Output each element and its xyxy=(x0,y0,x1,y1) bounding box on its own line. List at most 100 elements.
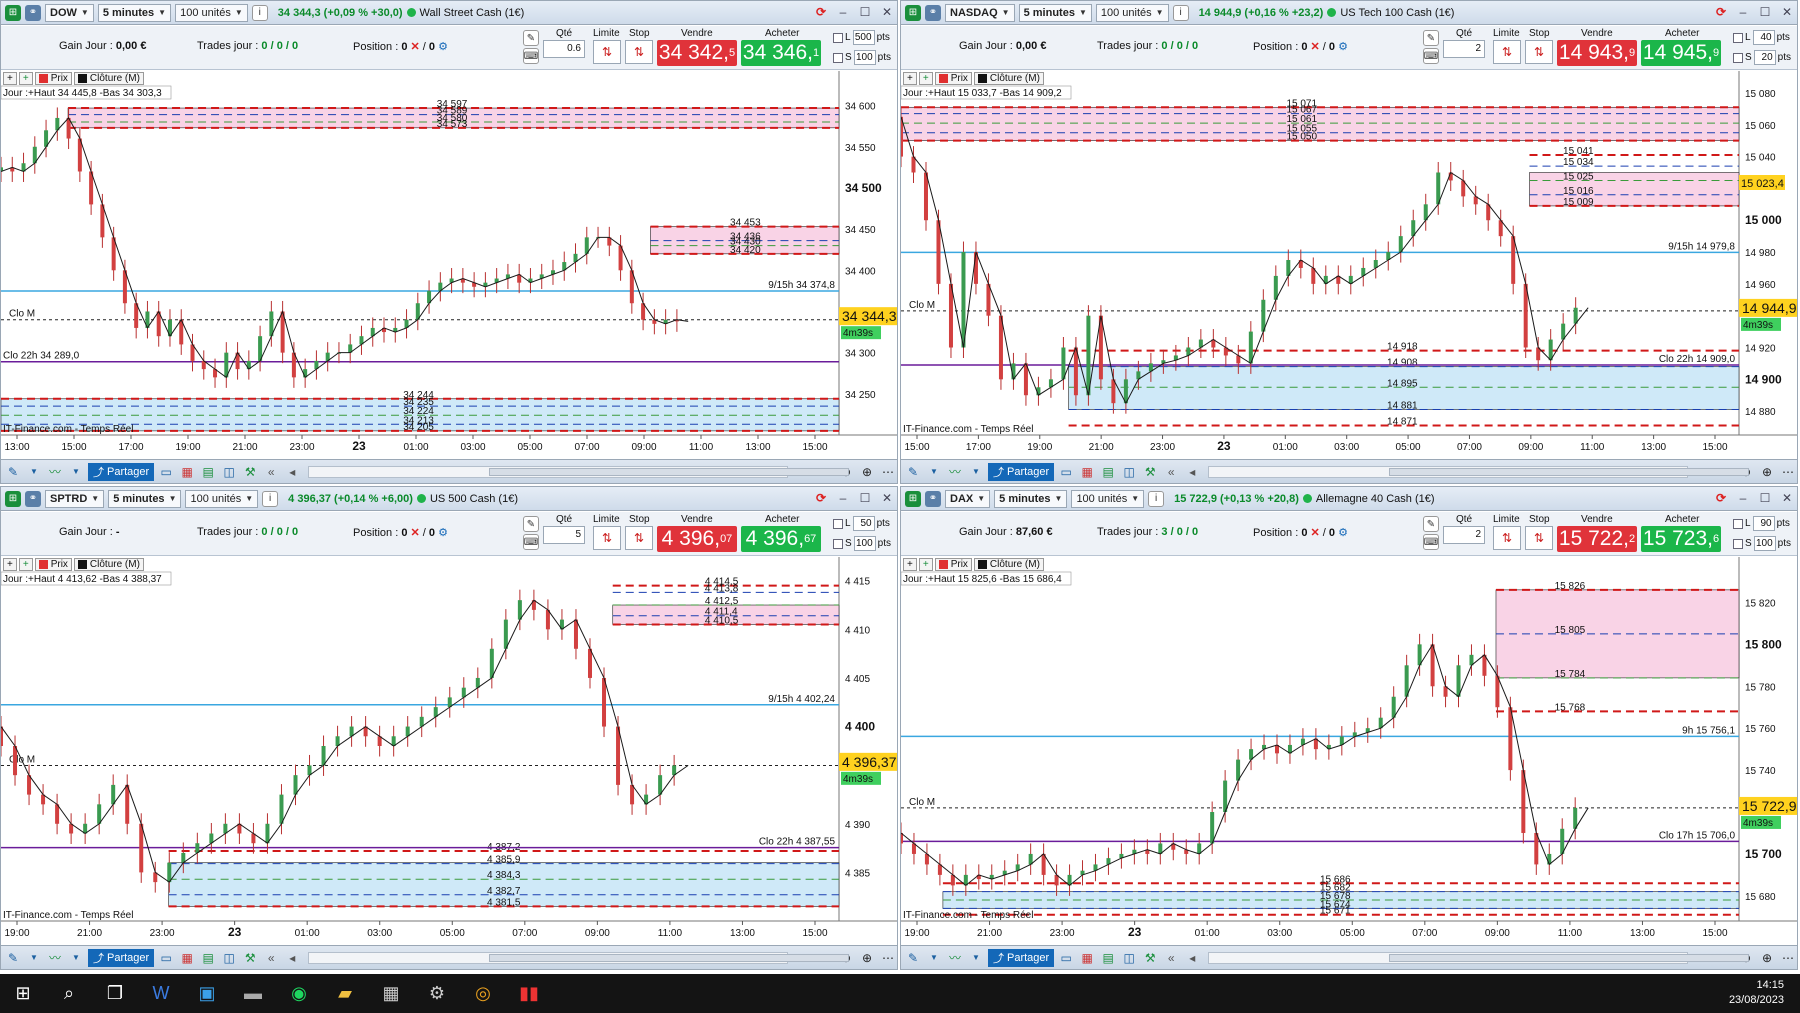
indicator-icon[interactable]: 〰 xyxy=(46,949,64,967)
stop-pts-input[interactable]: 100 xyxy=(853,536,876,551)
layout-icon[interactable]: ◫ xyxy=(220,949,238,967)
price-chart[interactable]: 15 826 15 805 15 784 15 768 15 686 15 682 15 6… xyxy=(901,557,1797,945)
price-legend[interactable]: Prix xyxy=(934,71,972,85)
stop-pts-input[interactable]: 20 xyxy=(1753,50,1776,65)
tools-icon[interactable]: ⚒ xyxy=(241,463,259,481)
link-icon[interactable]: ⚭ xyxy=(925,490,941,507)
info-icon[interactable]: i xyxy=(262,490,279,507)
add-overlay-icon[interactable]: + xyxy=(918,71,933,85)
close-legend[interactable]: Clôture (M) xyxy=(73,71,144,85)
screen-icon[interactable]: ▭ xyxy=(1057,949,1075,967)
limit-pts-input[interactable]: 50 xyxy=(852,516,875,531)
rewind-icon[interactable]: « xyxy=(1162,949,1180,967)
sell-button[interactable]: 4 396, 07 xyxy=(657,526,737,552)
layout-icon[interactable]: ◫ xyxy=(220,463,238,481)
stop-pts-input[interactable]: 100 xyxy=(1753,536,1776,551)
link-icon[interactable]: ⚭ xyxy=(925,4,941,21)
settings-icon[interactable]: ⋯ xyxy=(879,463,897,481)
limit-order-button[interactable]: ⇅ xyxy=(593,40,621,64)
rewind-icon[interactable]: « xyxy=(1162,463,1180,481)
chrome-icon[interactable]: ◎ xyxy=(460,974,506,1013)
stop-checkbox[interactable] xyxy=(833,52,843,63)
share-button[interactable]: ⤴ Partager xyxy=(988,462,1055,481)
close-icon[interactable]: ✕ xyxy=(879,4,895,20)
horizontal-scrollbar[interactable] xyxy=(308,465,850,478)
price-legend[interactable]: Prix xyxy=(934,557,972,571)
calculator-icon[interactable]: ▦ xyxy=(368,974,414,1013)
draw-tool-icon[interactable]: ✎ xyxy=(4,463,22,481)
word-icon[interactable]: W xyxy=(138,974,184,1013)
limit-order-button[interactable]: ⇅ xyxy=(1493,40,1521,64)
indicator-icon[interactable]: 〰 xyxy=(46,463,64,481)
chevron-down-icon[interactable]: ▼ xyxy=(967,463,985,481)
stop-checkbox[interactable] xyxy=(1733,538,1743,549)
zoom-in-icon[interactable]: ⊕ xyxy=(1758,949,1776,967)
buy-button[interactable]: 15 723, 6 xyxy=(1641,526,1721,552)
zoom-in-icon[interactable]: ⊕ xyxy=(858,463,876,481)
wrench-icon[interactable]: ✎ xyxy=(523,516,539,532)
zoom-in-icon[interactable]: ⊕ xyxy=(1758,463,1776,481)
windows-start-icon[interactable]: ⊞ xyxy=(0,974,46,1013)
timeframe-dropdown[interactable]: 5 minutes ▼ xyxy=(1018,3,1092,22)
indicator-icon[interactable]: 〰 xyxy=(946,463,964,481)
chevron-down-icon[interactable]: ▼ xyxy=(925,463,943,481)
quantity-input[interactable]: 5 xyxy=(543,526,585,544)
wrench-icon[interactable]: ✎ xyxy=(1423,30,1439,46)
share-button[interactable]: ⤴ Partager xyxy=(88,462,155,481)
scroll-left-icon[interactable]: ◂ xyxy=(283,463,301,481)
chevron-down-icon[interactable]: ▼ xyxy=(67,463,85,481)
symbol-dropdown[interactable]: DOW ▼ xyxy=(45,3,94,22)
store-icon[interactable]: ▣ xyxy=(184,974,230,1013)
buy-button[interactable]: 34 346, 1 xyxy=(741,40,821,66)
symbol-dropdown[interactable]: SPTRD ▼ xyxy=(45,489,105,508)
price-chart[interactable]: 34 597 34 589 34 580 34 573 34 453 34 436 34 4… xyxy=(1,71,897,459)
keyboard-icon[interactable]: ⌨ xyxy=(523,48,539,64)
add-overlay-icon[interactable]: + xyxy=(18,71,33,85)
units-dropdown[interactable]: 100 unités ▼ xyxy=(175,3,248,22)
refresh-icon[interactable]: ⟳ xyxy=(813,4,829,20)
wrench-icon[interactable]: ✎ xyxy=(523,30,539,46)
chevron-down-icon[interactable]: ▼ xyxy=(925,949,943,967)
table-icon[interactable]: ▦ xyxy=(1078,949,1096,967)
sell-button[interactable]: 14 943, 9 xyxy=(1557,40,1637,66)
spotify-icon[interactable]: ◉ xyxy=(276,974,322,1013)
stop-order-button[interactable]: ⇅ xyxy=(625,40,653,64)
tools-icon[interactable]: ⚒ xyxy=(1141,463,1159,481)
add-overlay-icon[interactable]: + xyxy=(18,557,33,571)
chevron-down-icon[interactable]: ▼ xyxy=(67,949,85,967)
limit-checkbox[interactable] xyxy=(1733,32,1743,43)
limit-pts-input[interactable]: 500 xyxy=(852,30,875,45)
search-icon[interactable]: ⌕ xyxy=(46,974,92,1013)
sell-button[interactable]: 34 342, 5 xyxy=(657,40,737,66)
units-dropdown[interactable]: 100 unités ▼ xyxy=(1095,3,1169,22)
close-icon[interactable]: ✕ xyxy=(879,490,895,506)
refresh-icon[interactable]: ⟳ xyxy=(1713,4,1729,20)
screen-icon[interactable]: ▭ xyxy=(1057,463,1075,481)
maximize-icon[interactable]: ☐ xyxy=(857,490,873,506)
settings-icon[interactable]: ⋯ xyxy=(1779,463,1797,481)
share-button[interactable]: ⤴ Partager xyxy=(988,948,1055,967)
draw-tool-icon[interactable]: ✎ xyxy=(904,463,922,481)
trading-app-icon[interactable]: ▮▮ xyxy=(506,974,552,1013)
table-icon[interactable]: ▦ xyxy=(1078,463,1096,481)
explorer-icon[interactable]: ▬ xyxy=(230,974,276,1013)
stop-pts-input[interactable]: 100 xyxy=(853,50,876,65)
quantity-input[interactable]: 0.6 xyxy=(543,40,585,58)
buy-button[interactable]: 4 396, 67 xyxy=(741,526,821,552)
keyboard-icon[interactable]: ⌨ xyxy=(523,534,539,550)
minimize-icon[interactable]: – xyxy=(835,4,851,20)
limit-order-button[interactable]: ⇅ xyxy=(1493,526,1521,550)
limit-checkbox[interactable] xyxy=(1733,518,1743,529)
close-icon[interactable]: ✕ xyxy=(1779,490,1795,506)
refresh-icon[interactable]: ⟳ xyxy=(813,490,829,506)
zoom-in-icon[interactable]: ⊕ xyxy=(858,949,876,967)
symbol-dropdown[interactable]: DAX ▼ xyxy=(945,489,991,508)
tools-icon[interactable]: ⚒ xyxy=(241,949,259,967)
timeframe-dropdown[interactable]: 5 minutes ▼ xyxy=(108,489,182,508)
settings-icon[interactable]: ⋯ xyxy=(1779,949,1797,967)
price-legend[interactable]: Prix xyxy=(34,557,72,571)
timeframe-dropdown[interactable]: 5 minutes ▼ xyxy=(994,489,1068,508)
scroll-left-icon[interactable]: ◂ xyxy=(1183,463,1201,481)
buy-button[interactable]: 14 945, 9 xyxy=(1641,40,1721,66)
grid-icon[interactable]: ▤ xyxy=(1099,949,1117,967)
